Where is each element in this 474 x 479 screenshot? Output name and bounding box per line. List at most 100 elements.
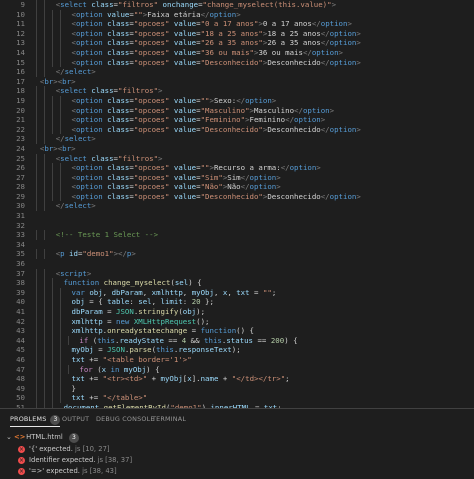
code-line[interactable]: 47 for (x in myObj) {	[0, 364, 474, 375]
code-text: <br><br>	[40, 144, 76, 154]
line-number: 41	[16, 307, 25, 316]
tab-terminal[interactable]: TERMINAL	[152, 409, 186, 429]
code-text: xmlhttp.onreadystatechange = function() …	[72, 326, 254, 336]
code-line[interactable]: 43 xmlhttp.onreadystatechange = function(…	[0, 326, 474, 336]
code-token: +=	[84, 393, 103, 403]
indent-guide	[35, 172, 37, 183]
code-text: txt += "</table>"	[72, 393, 148, 403]
code-line[interactable]: 14 <option class="opcoes" value="36 ou ma…	[0, 47, 474, 58]
code-token: this	[204, 335, 222, 345]
code-line[interactable]: 28 <option class="opcoes" value="Não">Não…	[0, 182, 474, 192]
code-token: class	[102, 38, 130, 48]
code-line[interactable]: 17 <br><br>	[0, 77, 474, 87]
code-line[interactable]: 21 <option class="opcoes" value="Feminino…	[0, 115, 474, 125]
code-line[interactable]: 22 <option class="opcoes" value="Desconhe…	[0, 124, 474, 135]
indent-guide	[59, 28, 61, 39]
code-token: option	[75, 38, 103, 48]
code-line[interactable]: 42 xmlhttp = new XMLHttpRequest();	[0, 316, 474, 327]
code-line[interactable]: 39 var obj, dbParam, xmlhttp, myObj, x, t…	[0, 287, 474, 298]
code-token: select	[64, 134, 92, 144]
code-token: class	[102, 19, 130, 29]
indent-guide	[51, 287, 53, 298]
code-line[interactable]: 37 <script>	[0, 268, 474, 279]
problem-item[interactable]: × '=>' expected. js [38, 43]	[18, 466, 117, 477]
code-line[interactable]: 13 <option class="opcoes" value="26 a 35 …	[0, 38, 474, 48]
code-token: =	[93, 345, 108, 355]
code-line[interactable]: 30 </select>	[0, 201, 474, 212]
code-line[interactable]: 25 <select class="filtros">	[0, 153, 474, 164]
code-line[interactable]: 27 <option class="opcoes" value="Sim">Sim…	[0, 172, 474, 183]
code-token: "36 ou mais"	[200, 47, 254, 57]
code-line[interactable]: 50 txt += "</table>"	[0, 393, 474, 403]
indent-guide	[43, 307, 45, 317]
line-number: 44	[16, 335, 25, 345]
code-line[interactable]: 44 if (this.readyState == 4 && this.statu…	[0, 335, 474, 346]
code-token: value	[169, 28, 197, 38]
code-line[interactable]: 45 myObj = JSON.parse(this.responseText);	[0, 345, 474, 355]
code-line[interactable]: 34	[0, 240, 474, 250]
code-text: <option class="opcoes" value="26 a 35 an…	[72, 38, 361, 48]
code-line[interactable]: 9 <select class="filtros" onchange="chang…	[0, 0, 474, 10]
code-line[interactable]: 23 </select>	[0, 134, 474, 144]
code-line[interactable]: 12 <option class="opcoes" value="18 a 25 …	[0, 28, 474, 39]
code-line[interactable]: 16 </select>	[0, 67, 474, 77]
code-line[interactable]: 38 function change_myselect(sel) {	[0, 278, 474, 288]
code-token: option	[294, 115, 321, 125]
code-line[interactable]: 19 <option class="opcoes" value="">Sexo:<…	[0, 95, 474, 106]
code-line[interactable]: 31	[0, 211, 474, 221]
code-token: 0 a 17 anos	[262, 19, 312, 29]
code-line[interactable]: 20 <option class="opcoes" value="Masculin…	[0, 105, 474, 116]
code-editor[interactable]: 9 <select class="filtros" onchange="chang…	[0, 0, 474, 408]
line-number: 14	[16, 47, 25, 57]
indent-guide	[51, 57, 53, 68]
chevron-down-icon[interactable]: ⌄	[4, 432, 14, 443]
code-line[interactable]: 24 <br><br>	[0, 144, 474, 154]
code-token: ;	[271, 287, 277, 297]
code-line[interactable]: 29 <option class="opcoes" value="Desconhe…	[0, 191, 474, 202]
code-line[interactable]: 32	[0, 221, 474, 231]
problem-file-row[interactable]: ⌄ <> HTML.html 3	[4, 432, 79, 443]
error-icon: ×	[18, 456, 25, 464]
problem-item[interactable]: × '{' expected. js [10, 27]	[18, 444, 110, 455]
code-line[interactable]: 41 dbParam = JSON.stringify(obj);	[0, 307, 474, 317]
code-token: Masculino	[253, 105, 295, 115]
code-token: >	[158, 153, 163, 163]
code-line[interactable]: 33 <!-- Teste 1 Select -->	[0, 230, 474, 240]
code-token: ,	[182, 287, 192, 297]
code-line[interactable]: 10 <option value="">Faixa etária</option>	[0, 9, 474, 20]
code-token: value	[169, 124, 197, 134]
code-line[interactable]: 49}	[0, 383, 474, 394]
code-token: >	[338, 47, 343, 57]
code-line[interactable]: 48 txt += "<tr><td>" + myObj[x].name + "<…	[0, 374, 474, 384]
code-token: </	[320, 28, 330, 38]
code-token: :	[129, 297, 139, 307]
code-text: function change_myselect(sel) {	[64, 278, 202, 288]
indent-guide	[59, 374, 61, 384]
code-token: =	[249, 287, 263, 297]
code-token: (	[92, 364, 102, 374]
code-line[interactable]: 18 <select class="filtros">	[0, 86, 474, 96]
code-token: class	[86, 153, 114, 163]
code-token: "demo1"	[82, 249, 114, 259]
code-line[interactable]: 11 <option class="opcoes" value="0 a 17 a…	[0, 19, 474, 29]
code-token: onreadystatechange	[107, 326, 188, 336]
code-line[interactable]: 40 obj = { table: sel, limit: 20 };	[0, 297, 474, 307]
code-line[interactable]: 35 <p id="demo1"></p>	[0, 249, 474, 260]
code-token: "Masculino"	[200, 105, 250, 115]
code-token: "Sim"	[200, 172, 223, 182]
tab-problems[interactable]: PROBLEMS 3	[10, 409, 61, 429]
tab-debug-console[interactable]: DEBUG CONSOLE	[96, 409, 155, 429]
code-line[interactable]: 36	[0, 259, 474, 269]
code-line[interactable]: 15 <option class="opcoes" value="Desconhe…	[0, 57, 474, 68]
code-token: "Desconhecido"	[200, 124, 263, 134]
code-token: >	[316, 163, 321, 173]
code-token: function	[200, 326, 237, 336]
tab-output[interactable]: OUTPUT	[62, 409, 89, 429]
code-token: value	[169, 172, 197, 182]
code-line[interactable]: 46 txt += "<table border='1'>"	[0, 354, 474, 365]
code-token: </	[240, 182, 250, 192]
code-line[interactable]: 26 <option class="opcoes" value="">Recurs…	[0, 163, 474, 173]
code-token: };	[200, 297, 214, 307]
problem-item[interactable]: × Identifier expected. js [38, 37]	[18, 455, 132, 466]
code-token: myObj	[160, 374, 183, 384]
